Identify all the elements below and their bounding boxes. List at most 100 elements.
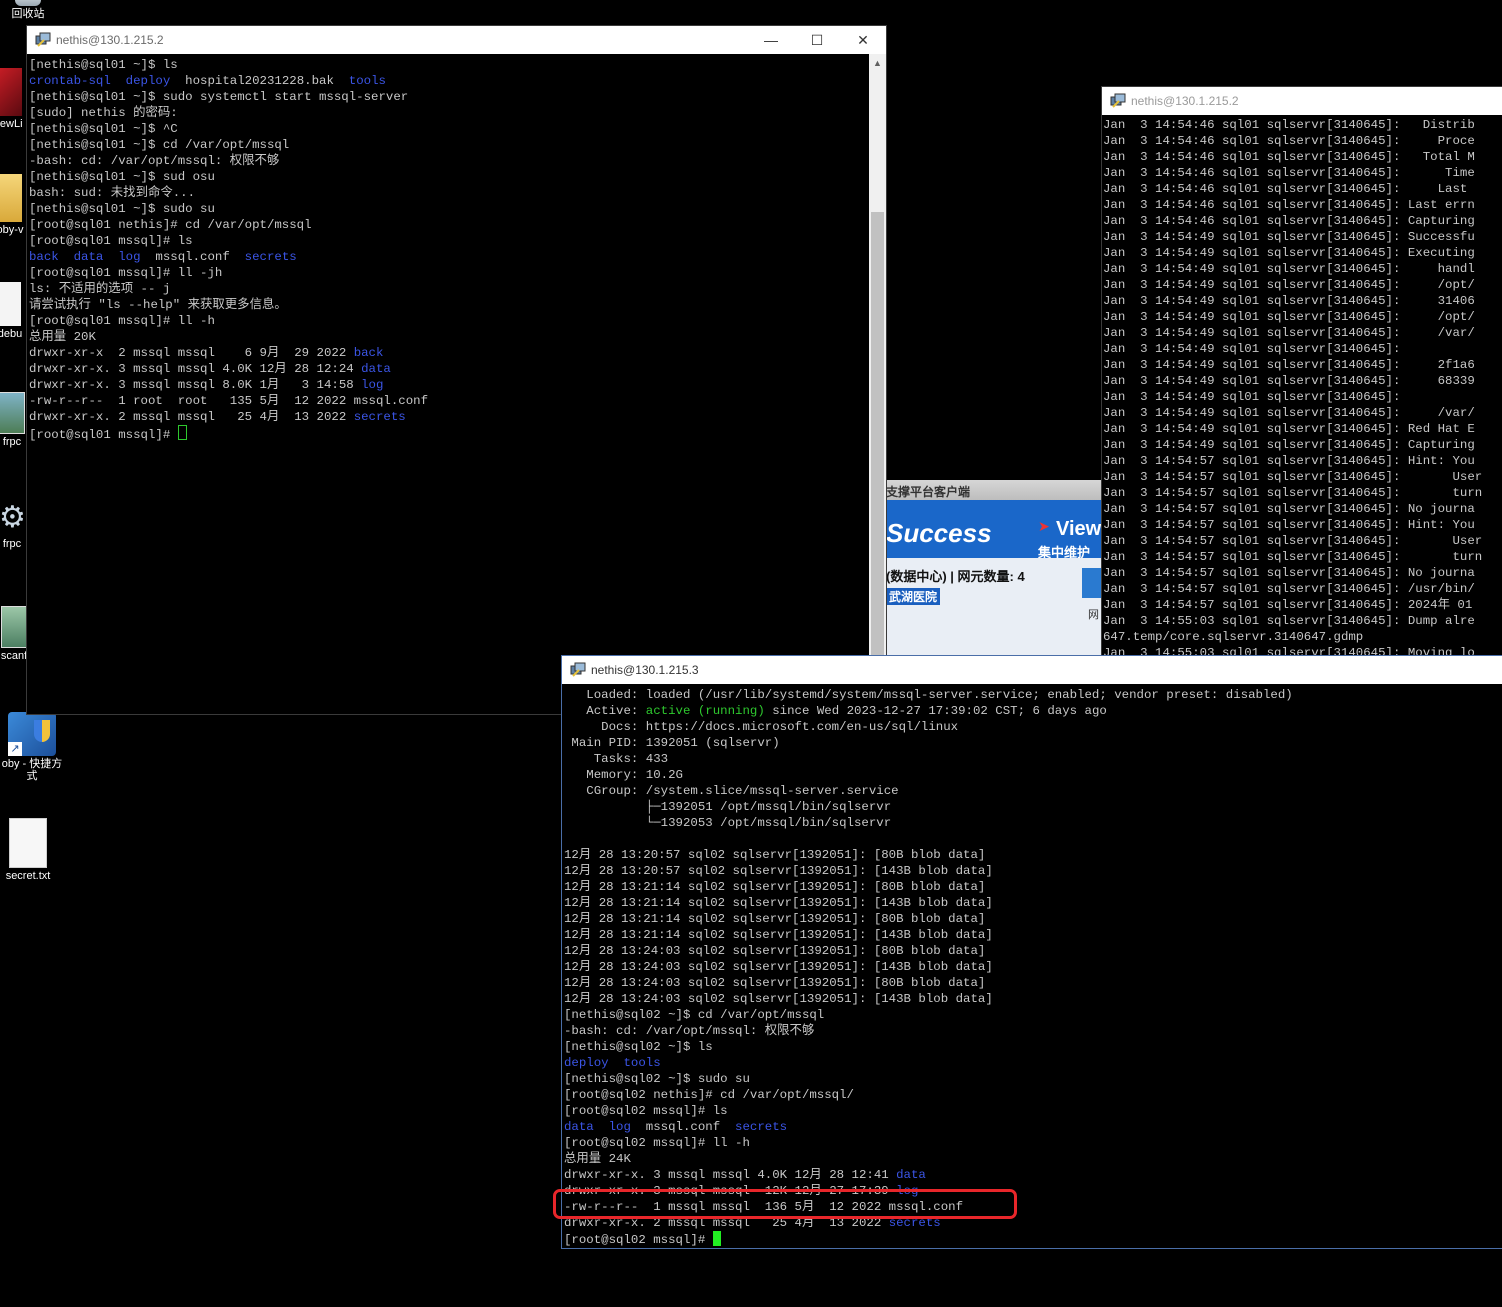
terminal-text: 12月 28 13:24:03 sql02 sqlservr[1392051]:…	[564, 960, 993, 974]
terminal-text: [root@sql01 nethis]# cd /var/opt/mssql	[29, 218, 312, 232]
terminal-line: [nethis@sql02 ~]$ sudo su	[564, 1071, 1502, 1087]
desktop-icon-label: 回收站	[11, 8, 45, 20]
terminal-text: CGroup: /system.slice/mssql-server.servi…	[564, 784, 899, 798]
app-shortcut-icon	[0, 68, 22, 116]
directory-name: deploy	[564, 1056, 609, 1070]
terminal-text: -bash: cd: /var/opt/mssql: 权限不够	[564, 1024, 815, 1038]
bg-app-brand-sub: View	[1056, 518, 1102, 540]
terminal-text: [root@sql01 mssql]#	[29, 428, 178, 441]
terminal-text: 12月 28 13:24:03 sql02 sqlservr[1392051]:…	[564, 976, 986, 990]
terminal-text: 请尝试执行 "ls --help" 来获取更多信息。	[29, 298, 287, 312]
desktop-icon-oby-shortcut[interactable]: ↗ oby - 快捷方式	[0, 712, 64, 782]
terminal-line: Jan 3 14:54:57 sql01 sqlservr[3140645]: …	[1103, 470, 1483, 484]
window-titlebar[interactable]: nethis@130.1.215.2 — ☐ ✕	[27, 26, 886, 54]
terminal-text: -rw-r--r-- 1 root root 135 5月 12 2022 ms…	[29, 394, 429, 408]
terminal-text: [nethis@sql01 ~]$ ls	[29, 58, 178, 72]
minimize-button[interactable]: —	[748, 26, 794, 54]
window-titlebar[interactable]: nethis@130.1.215.2	[1102, 87, 1502, 115]
terminal-line: deploy tools	[564, 1055, 1502, 1071]
window-title: nethis@130.1.215.2	[56, 33, 164, 47]
terminal-window-3[interactable]: nethis@130.1.215.3 Loaded: loaded (/usr/…	[562, 656, 1502, 1248]
terminal-line: CGroup: /system.slice/mssql-server.servi…	[564, 783, 1502, 799]
terminal-line: ls: 不适用的选项 -- j	[29, 281, 869, 297]
window-title: nethis@130.1.215.2	[1131, 94, 1239, 108]
terminal-line: [nethis@sql01 ~]$ sudo systemctl start m…	[29, 89, 869, 105]
terminal-text: 12月 28 13:21:14 sql02 sqlservr[1392051]:…	[564, 912, 986, 926]
terminal-line: crontab-sql deploy hospital20231228.bak …	[29, 73, 869, 89]
terminal-output[interactable]: [nethis@sql01 ~]$ ls crontab-sql deploy h…	[29, 57, 869, 714]
directory-name: secrets	[244, 250, 297, 264]
terminal-text: Main PID: 1392051 (sqlservr)	[564, 736, 780, 750]
terminal-line: [root@sql02 nethis]# cd /var/opt/mssql/	[564, 1087, 1502, 1103]
terminal-text: hospital20231228.bak	[170, 74, 349, 88]
terminal-line: [root@sql02 mssql]# ls	[564, 1103, 1502, 1119]
terminal-line: [root@sql02 mssql]# ll -h	[564, 1135, 1502, 1151]
terminal-text: [root@sql01 mssql]# ll -jh	[29, 266, 223, 280]
terminal-line: Jan 3 14:54:46 sql01 sqlservr[3140645]: …	[1103, 150, 1475, 164]
terminal-text: since Wed 2023-12-27 17:39:02 CST; 6 day…	[764, 704, 1107, 718]
terminal-line: back data log mssql.conf secrets	[29, 249, 869, 265]
terminal-line: 12月 28 13:21:14 sql02 sqlservr[1392051]:…	[564, 911, 1502, 927]
bg-app-hospital-tag[interactable]: 武湖医院	[886, 588, 941, 605]
terminal-line: Main PID: 1392051 (sqlservr)	[564, 735, 1502, 751]
terminal-text: 12月 28 13:20:57 sql02 sqlservr[1392051]:…	[564, 848, 986, 862]
terminal-line: drwxr-xr-x. 2 mssql mssql 25 4月 13 2022 …	[29, 409, 869, 425]
desktop-icon-recycle-bin[interactable]: 回收站	[0, 0, 58, 20]
desktop-icon-secret-txt[interactable]: secret.txt	[0, 818, 58, 882]
gear-icon: ⚙	[0, 501, 26, 534]
background-app-window[interactable]: 支撑平台客户端 Success ➤ View 集中维护 (数据中心) | 网元数…	[886, 480, 1102, 656]
terminal-line: Jan 3 14:54:49 sql01 sqlservr[3140645]:	[1103, 390, 1401, 404]
file-icon	[0, 282, 21, 326]
scrollbar-thumb[interactable]	[871, 212, 884, 682]
window-titlebar[interactable]: nethis@130.1.215.3	[562, 656, 1502, 684]
terminal-text: ls: 不适用的选项 -- j	[29, 282, 171, 296]
terminal-line: Jan 3 14:54:49 sql01 sqlservr[3140645]: …	[1103, 278, 1475, 292]
terminal-window-1[interactable]: nethis@130.1.215.2 — ☐ ✕ [nethis@sql01 ~…	[27, 26, 886, 714]
desktop-icon-label: secret.txt	[5, 870, 51, 882]
terminal-line: 总用量 20K	[29, 329, 869, 345]
image-file-icon	[0, 392, 25, 434]
terminal-line: [root@sql01 mssql]# ls	[29, 233, 869, 249]
terminal-window-2[interactable]: nethis@130.1.215.2 Jan 3 14:54:46 sql01 …	[1102, 87, 1502, 657]
terminal-line: bash: sud: 未找到命令...	[29, 185, 869, 201]
terminal-text: Tasks: 433	[564, 752, 669, 766]
terminal-text: 12月 28 13:24:03 sql02 sqlservr[1392051]:…	[564, 944, 986, 958]
terminal-text: mssql.conf	[630, 1120, 736, 1134]
close-button[interactable]: ✕	[840, 26, 886, 54]
terminal-line: drwxr-xr-x. 3 mssql mssql 4.0K 12月 28 12…	[564, 1167, 1502, 1183]
putty-icon	[570, 662, 586, 677]
terminal-line: Jan 3 14:54:49 sql01 sqlservr[3140645]:	[1103, 342, 1401, 356]
putty-icon	[1110, 93, 1126, 108]
terminal-line: data log mssql.conf secrets	[564, 1119, 1502, 1135]
terminal-line: Jan 3 14:54:49 sql01 sqlservr[3140645]: …	[1103, 262, 1475, 276]
terminal-text: [root@sql02 mssql]# ls	[564, 1104, 728, 1118]
bg-app-side-glyph: 网	[1088, 609, 1099, 621]
terminal-text: 12月 28 13:21:14 sql02 sqlservr[1392051]:…	[564, 880, 986, 894]
terminal-line: [root@sql02 mssql]#	[564, 1231, 1502, 1247]
terminal-output[interactable]: Loaded: loaded (/usr/lib/systemd/system/…	[564, 687, 1502, 1248]
terminal-text: ├─1392051 /opt/mssql/bin/sqlservr	[564, 800, 892, 814]
vertical-scrollbar[interactable]: ▲	[869, 54, 886, 714]
terminal-text: Docs: https://docs.microsoft.com/en-us/s…	[564, 720, 959, 734]
terminal-line: Jan 3 14:54:49 sql01 sqlservr[3140645]: …	[1103, 230, 1475, 244]
terminal-line: Jan 3 14:54:57 sql01 sqlservr[3140645]: …	[1103, 534, 1483, 548]
scroll-up-arrow-icon[interactable]: ▲	[869, 55, 886, 71]
maximize-button[interactable]: ☐	[794, 26, 840, 54]
terminal-line: [nethis@sql01 ~]$ sudo su	[29, 201, 869, 217]
terminal-line: Jan 3 14:54:46 sql01 sqlservr[3140645]: …	[1103, 198, 1475, 212]
directory-name: data	[73, 250, 104, 264]
terminal-text: [root@sql01 mssql]# ls	[29, 234, 193, 248]
terminal-output[interactable]: Jan 3 14:54:46 sql01 sqlservr[3140645]: …	[1103, 117, 1502, 657]
terminal-line: Jan 3 14:54:49 sql01 sqlservr[3140645]: …	[1103, 326, 1475, 340]
terminal-cursor	[177, 425, 187, 440]
putty-icon	[35, 32, 51, 47]
terminal-line: 12月 28 13:24:03 sql02 sqlservr[1392051]:…	[564, 959, 1502, 975]
directory-name: log	[118, 250, 141, 264]
terminal-line: Memory: 10.2G	[564, 767, 1502, 783]
terminal-text: [nethis@sql01 ~]$ cd /var/opt/mssql	[29, 138, 290, 152]
terminal-line: Jan 3 14:54:57 sql01 sqlservr[3140645]: …	[1103, 598, 1473, 612]
terminal-line: drwxr-xr-x. 3 mssql mssql 8.0K 1月 3 14:5…	[29, 377, 869, 393]
terminal-line: Jan 3 14:54:57 sql01 sqlservr[3140645]: …	[1103, 582, 1475, 596]
